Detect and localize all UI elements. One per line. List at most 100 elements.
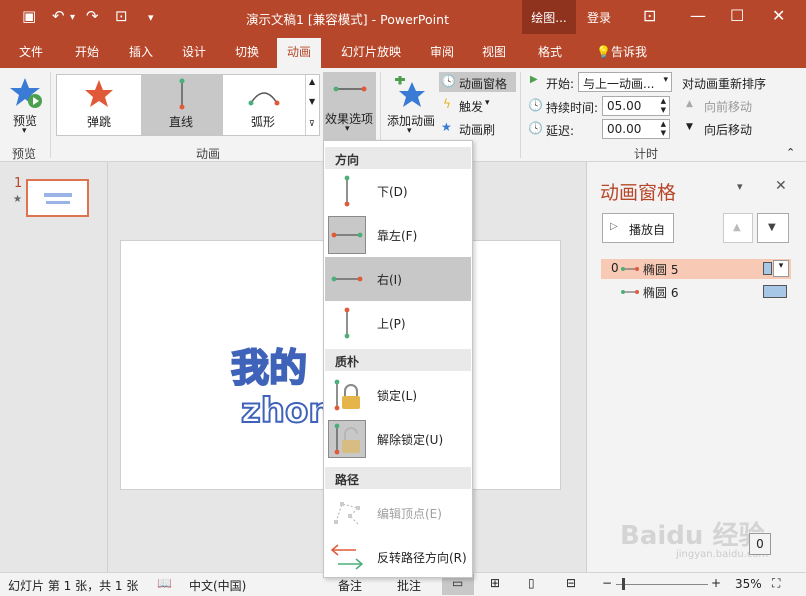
tell-me-box[interactable]: 💡告诉我 [596, 43, 647, 60]
preview-dropdown-icon: ▾ [22, 126, 27, 136]
close-window-icon[interactable]: ✕ [772, 6, 785, 25]
undo-dropdown-icon[interactable]: ▾ [70, 12, 75, 23]
fit-slide-button[interactable]: 0 [749, 533, 771, 555]
zoom-slider-track[interactable] [616, 584, 708, 585]
pane-close-icon[interactable]: ✕ [775, 178, 787, 194]
pane-move-down-button[interactable]: ▼ [757, 213, 789, 243]
play-from-button[interactable]: ▷ 播放自 [602, 213, 674, 243]
preview-group-label: 预览 [12, 147, 37, 161]
separator [520, 72, 521, 158]
slideshow-from-start-icon[interactable]: ⊡ [115, 7, 128, 25]
fit-to-window-icon[interactable]: ⛶ [772, 576, 780, 591]
delay-label: 延迟: [546, 124, 575, 138]
menu-item-unlock-label: 解除锁定(U) [377, 433, 444, 447]
menu-item-reverse[interactable]: 反转路径方向(R) [325, 535, 471, 579]
gallery-line[interactable]: 直线 [141, 75, 223, 135]
tab-format[interactable]: 格式 [538, 43, 562, 60]
menu-item-left[interactable]: 靠左(F) [325, 213, 471, 257]
menu-item-right[interactable]: 右(I) [325, 257, 471, 301]
play-from-label: 播放自 [629, 223, 666, 237]
redo-icon[interactable]: ↷ [86, 7, 99, 25]
gallery-more-icon[interactable]: ⊽ [309, 119, 315, 128]
slide-subtitle-text[interactable]: zhon [240, 390, 334, 432]
gallery-arc[interactable]: 弧形 [223, 75, 305, 135]
gallery-down-icon[interactable]: ▼ [309, 97, 315, 106]
tab-file[interactable]: 文件 [19, 43, 43, 60]
zoom-in-icon[interactable]: + [711, 576, 721, 590]
play-icon: ▷ [610, 221, 618, 232]
start-select-value: 与上一动画... [583, 77, 655, 91]
reading-view-icon[interactable]: ▯ [528, 576, 535, 590]
effect-options-dropdown-icon: ▾ [345, 124, 350, 134]
tab-design[interactable]: 设计 [182, 43, 206, 60]
collapse-ribbon-icon[interactable]: ⌃ [786, 146, 795, 159]
tab-transitions[interactable]: 切换 [235, 43, 259, 60]
delay-input[interactable]: 00.00 ▲ ▼ [602, 119, 670, 139]
down-arrow-icon: ▼ [768, 222, 776, 233]
menu-item-up[interactable]: 上(P) [325, 301, 471, 345]
tab-insert[interactable]: 插入 [129, 43, 153, 60]
animation-pane: 动画窗格 ▾ ✕ ▷ 播放自 ▲ ▼ 0 椭圆 5 ▾ 椭圆 6 [586, 162, 806, 572]
menu-item-lock[interactable]: 锁定(L) [325, 373, 471, 417]
duration-spinner[interactable]: ▲ ▼ [661, 97, 666, 115]
pane-options-icon[interactable]: ▾ [737, 180, 743, 193]
login-link[interactable]: 登录 [587, 9, 611, 26]
notes-button[interactable]: 备注 [338, 577, 362, 594]
duration-input[interactable]: 05.00 ▲ ▼ [602, 96, 670, 116]
gallery-bounce-label: 弹跳 [87, 115, 112, 129]
tab-review[interactable]: 审阅 [430, 43, 454, 60]
menu-item-unlock[interactable]: 解除锁定(U) [325, 417, 471, 461]
document-title: 演示文稿1 [兼容模式] - PowerPoint [246, 12, 449, 27]
animation-group-label: 动画 [196, 147, 221, 161]
animation-item[interactable]: 0 椭圆 5 ▾ [601, 259, 791, 279]
tab-slideshow[interactable]: 幻灯片放映 [341, 43, 401, 60]
save-icon[interactable]: ▣ [22, 7, 36, 25]
gallery-bounce[interactable]: 弹跳 [57, 75, 141, 135]
animation-pane-label: 动画窗格 [459, 77, 508, 91]
gallery-scroll[interactable]: ▲ ▼ ⊽ [305, 75, 320, 135]
preview-star-icon [10, 78, 42, 108]
zoom-level[interactable]: 35% [735, 577, 762, 591]
zoom-out-icon[interactable]: − [602, 576, 612, 590]
move-later-button[interactable]: ▼ 向后移动 [686, 120, 766, 138]
gallery-up-icon[interactable]: ▲ [309, 77, 315, 86]
animation-pane-button[interactable]: 🕓 动画窗格 [439, 72, 516, 92]
undo-icon[interactable]: ↶ [52, 7, 65, 25]
edit-points-icon [328, 494, 366, 532]
tab-view[interactable]: 视图 [482, 43, 506, 60]
duration-label: 持续时间: [546, 101, 599, 115]
menu-item-down[interactable]: 下(D) [325, 169, 471, 213]
animation-painter-button[interactable]: ★ 动画刷 [439, 118, 509, 138]
preview-button[interactable]: 预览 ▾ [6, 72, 46, 142]
sorter-view-icon[interactable]: ⊞ [490, 576, 500, 590]
maximize-icon[interactable]: ☐ [730, 6, 744, 25]
language-indicator[interactable]: 中文(中国) [189, 577, 246, 594]
trigger-button[interactable]: ϟ 触发 ▾ [439, 95, 509, 115]
pane-move-up-button[interactable]: ▲ [723, 213, 753, 243]
comments-button[interactable]: 批注 [397, 577, 421, 594]
add-animation-button[interactable]: 添加动画 ▾ [385, 72, 437, 142]
gallery-arc-label: 弧形 [251, 115, 276, 129]
move-earlier-button[interactable]: ▲ 向前移动 [686, 97, 766, 115]
slide-title-text[interactable]: 我的 [230, 337, 308, 392]
slideshow-view-icon[interactable]: ⊟ [566, 576, 576, 590]
watermark-brand: Baidu 经验 [620, 521, 765, 551]
effect-options-button[interactable]: 效果选项 ▾ [323, 72, 376, 140]
tab-animations[interactable]: 动画 [277, 38, 322, 68]
slide-thumbnail-1[interactable] [26, 179, 89, 217]
delay-spinner[interactable]: ▲ ▼ [661, 120, 666, 138]
start-select-dropdown-icon[interactable]: ▾ [663, 75, 668, 85]
ribbon-display-options-icon[interactable]: ⊡ [643, 6, 656, 25]
menu-item-edit-points[interactable]: 编辑顶点(E) [325, 491, 471, 535]
zoom-slider-thumb[interactable] [622, 578, 625, 590]
start-play-icon: ▶ [530, 74, 538, 85]
delay-value: 00.00 [607, 122, 642, 136]
animation-item-dropdown-icon[interactable]: ▾ [773, 260, 789, 277]
animation-item[interactable]: 椭圆 6 [601, 282, 791, 302]
motion-path-icon [621, 267, 639, 271]
start-select[interactable]: 与上一动画... ▾ [578, 72, 672, 92]
spellcheck-icon[interactable]: 📖 [157, 576, 172, 590]
customize-quick-access-icon[interactable]: ▾ [148, 11, 154, 24]
minimize-icon[interactable]: — [690, 6, 706, 25]
tab-home[interactable]: 开始 [75, 43, 99, 60]
